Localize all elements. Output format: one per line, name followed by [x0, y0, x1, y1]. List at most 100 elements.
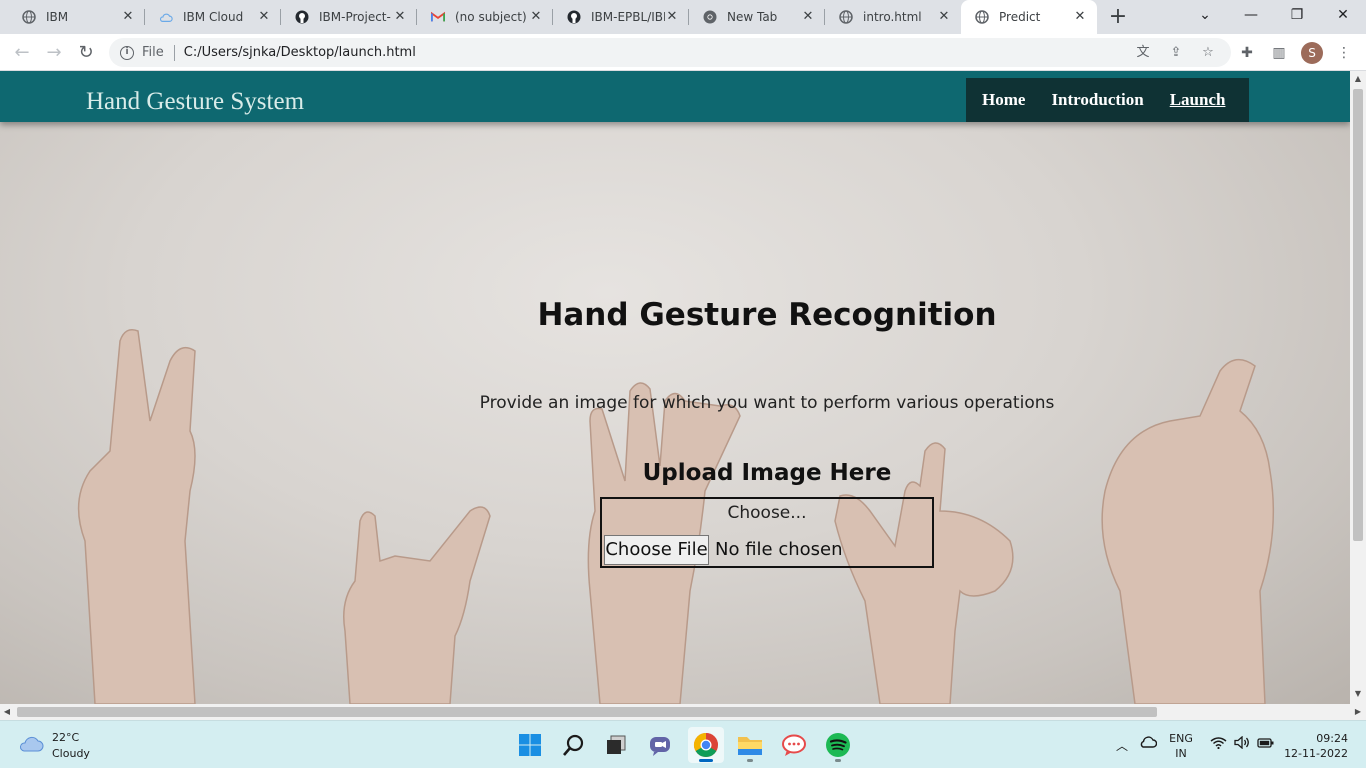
- choose-file-button[interactable]: Choose File: [604, 535, 709, 565]
- onedrive-cloud-icon[interactable]: [1139, 736, 1158, 751]
- nav-home-link[interactable]: Home: [982, 90, 1025, 110]
- tab-new-tab[interactable]: New Tab ✕: [689, 0, 825, 34]
- language-region: IN: [1175, 747, 1187, 760]
- tab-intro[interactable]: intro.html ✕: [825, 0, 961, 34]
- tab-strip: IBM ✕ IBM Cloud ✕ IBM-Project- ✕ (no sub…: [0, 0, 1366, 34]
- chat-icon: [650, 737, 670, 756]
- folder-icon: [738, 737, 762, 755]
- tab-label: Predict: [999, 10, 1041, 24]
- scroll-up-arrow-icon[interactable]: ▲: [1350, 74, 1366, 83]
- vertical-scrollbar[interactable]: ▲ ▼: [1350, 71, 1366, 704]
- tab-label: IBM-EPBL/IBM: [591, 10, 665, 24]
- tab-ibm-project[interactable]: IBM-Project- ✕: [281, 0, 417, 34]
- chat-app-button[interactable]: [776, 727, 812, 763]
- tab-label: intro.html: [863, 10, 922, 24]
- url-divider: [173, 44, 175, 61]
- windows-icon: [519, 734, 541, 756]
- back-button[interactable]: ←: [8, 39, 36, 67]
- main-content: Hand Gesture Recognition Provide an imag…: [0, 71, 1350, 704]
- tab-predict[interactable]: Predict ✕: [961, 0, 1097, 34]
- taskbar-search-button[interactable]: [556, 727, 592, 763]
- github-icon: [295, 10, 309, 24]
- wifi-icon[interactable]: [1210, 736, 1227, 752]
- minimize-button[interactable]: —: [1228, 0, 1274, 30]
- more-menu-icon[interactable]: ⋮: [1334, 43, 1354, 63]
- weather-temperature[interactable]: 22°C: [52, 731, 79, 744]
- chrome-icon: [693, 733, 718, 758]
- tab-label: IBM-Project-: [319, 10, 391, 24]
- page-viewport: Hand Gesture System Home Introduction La…: [0, 71, 1350, 704]
- upload-form: Choose... Choose File No file chosen: [600, 497, 934, 568]
- close-icon[interactable]: ✕: [1073, 10, 1087, 24]
- start-button[interactable]: [512, 727, 548, 763]
- tab-label: (no subject) -: [455, 10, 529, 24]
- upload-label: Upload Image Here: [642, 460, 892, 486]
- close-icon[interactable]: ✕: [801, 10, 815, 24]
- nav-launch-link[interactable]: Launch: [1170, 90, 1226, 110]
- maximize-button[interactable]: ❐: [1274, 0, 1320, 30]
- nav-introduction-link[interactable]: Introduction: [1051, 90, 1143, 110]
- extensions-icon[interactable]: ✚: [1237, 43, 1257, 63]
- url-text[interactable]: C:/Users/sjnka/Desktop/launch.html: [184, 45, 416, 60]
- task-view-button[interactable]: [598, 727, 634, 763]
- globe-icon: [975, 10, 989, 24]
- side-panel-icon[interactable]: ▥: [1269, 43, 1289, 63]
- avatar[interactable]: S: [1301, 42, 1323, 64]
- forward-button[interactable]: →: [40, 39, 68, 67]
- horizontal-scrollbar[interactable]: ◀ ▶: [0, 704, 1366, 720]
- cloud-weather-icon[interactable]: [18, 734, 44, 752]
- bookmark-star-icon[interactable]: ☆: [1199, 44, 1217, 62]
- gmail-icon: [431, 10, 445, 24]
- chrome-taskbar-button[interactable]: [688, 727, 724, 763]
- tab-gmail[interactable]: (no subject) - ✕: [417, 0, 553, 34]
- close-icon[interactable]: ✕: [121, 10, 135, 24]
- github-icon: [567, 10, 581, 24]
- tab-ibm[interactable]: IBM ✕: [8, 0, 145, 34]
- system-clock[interactable]: 09:24 12-11-2022: [1282, 731, 1348, 761]
- clock-time: 09:24: [1316, 732, 1348, 745]
- close-window-button[interactable]: ✕: [1320, 0, 1366, 30]
- horizontal-scroll-thumb[interactable]: [17, 707, 1157, 717]
- teams-chat-button[interactable]: [642, 727, 678, 763]
- close-icon[interactable]: ✕: [393, 10, 407, 24]
- tab-search-icon[interactable]: ⌄: [1182, 0, 1228, 30]
- browser-toolbar: ← → ↻ i File C:/Users/sjnka/Desktop/laun…: [0, 34, 1366, 71]
- scroll-right-arrow-icon[interactable]: ▶: [1352, 707, 1364, 716]
- speech-bubble-icon: [782, 734, 806, 756]
- close-icon[interactable]: ✕: [529, 10, 543, 24]
- vertical-scroll-thumb[interactable]: [1353, 89, 1363, 541]
- file-explorer-button[interactable]: [732, 727, 768, 763]
- close-icon[interactable]: ✕: [257, 10, 271, 24]
- search-icon: [563, 734, 584, 756]
- close-icon[interactable]: ✕: [937, 10, 951, 24]
- choose-label: Choose...: [727, 503, 807, 523]
- tab-ibm-epbl[interactable]: IBM-EPBL/IBM ✕: [553, 0, 689, 34]
- chrome-icon: [703, 10, 717, 24]
- share-icon[interactable]: ⇪: [1167, 44, 1185, 62]
- file-status: No file chosen: [715, 539, 843, 560]
- spotify-icon: [826, 733, 850, 757]
- language-code: ENG: [1169, 732, 1193, 745]
- chevron-up-icon[interactable]: ︿: [1116, 737, 1128, 754]
- battery-icon[interactable]: [1257, 737, 1275, 752]
- scroll-down-arrow-icon[interactable]: ▼: [1350, 689, 1366, 698]
- spotify-button[interactable]: [820, 727, 856, 763]
- translate-icon[interactable]: ⽂: [1134, 44, 1152, 62]
- reload-button[interactable]: ↻: [72, 39, 100, 67]
- volume-icon[interactable]: [1234, 735, 1250, 752]
- info-icon[interactable]: i: [120, 45, 134, 60]
- url-scheme: File: [142, 45, 164, 60]
- site-title[interactable]: Hand Gesture System: [86, 88, 304, 116]
- tab-label: New Tab: [727, 10, 778, 24]
- tab-label: IBM: [46, 10, 69, 24]
- scroll-left-arrow-icon[interactable]: ◀: [1, 707, 13, 716]
- tab-ibm-cloud[interactable]: IBM Cloud ✕: [145, 0, 281, 34]
- weather-description[interactable]: Cloudy: [52, 747, 90, 760]
- new-tab-button[interactable]: +: [1104, 3, 1132, 31]
- address-bar[interactable]: i File C:/Users/sjnka/Desktop/launch.htm…: [109, 38, 1231, 67]
- input-language[interactable]: ENG IN: [1168, 731, 1194, 761]
- close-icon[interactable]: ✕: [665, 10, 679, 24]
- site-header: Hand Gesture System Home Introduction La…: [0, 71, 1350, 122]
- task-view-icon: [607, 735, 626, 754]
- page-title: Hand Gesture Recognition: [537, 297, 997, 333]
